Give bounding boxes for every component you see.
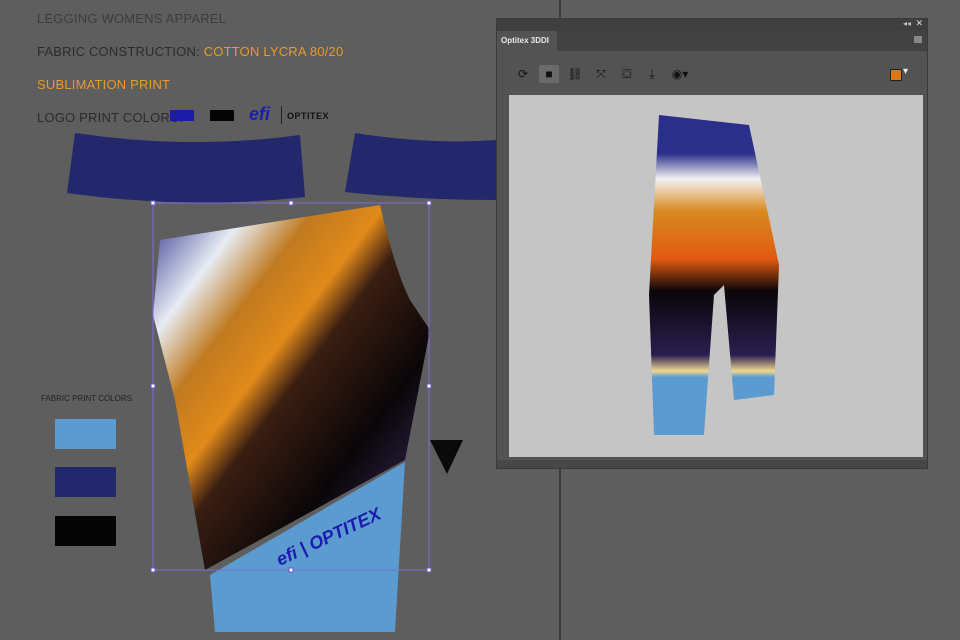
optitex-3d-panel: ◂◂ ✕ Optitex 3DDI ⟳ ■ ⛓ ⤧ ⛋ ⤓ ◉▾ ▾ (496, 18, 928, 469)
waistband-piece-right[interactable] (345, 133, 496, 200)
panel-tab-row: Optitex 3DDI (497, 31, 927, 51)
close-icon[interactable]: ✕ (915, 18, 923, 29)
fabric-swatch-light-blue (55, 419, 116, 449)
refresh-icon[interactable]: ⟳ (513, 65, 533, 83)
tab-optitex-3ddi[interactable]: Optitex 3DDI (497, 31, 557, 51)
waistband-piece-left[interactable] (67, 133, 305, 203)
paint-bucket-icon[interactable]: ⛋ (617, 65, 637, 83)
triangle-marker (430, 440, 463, 474)
fabric-swatch-black (55, 516, 116, 546)
fabric-swatch-navy (55, 467, 116, 497)
camera-icon[interactable]: ◉▾ (667, 65, 693, 83)
download-icon[interactable]: ⤓ (642, 65, 662, 83)
collapse-icon[interactable]: ◂◂ (903, 19, 911, 28)
3d-legging-model (649, 115, 779, 435)
folder-icon[interactable]: ■ (539, 65, 559, 83)
panel-menu-icon[interactable] (914, 36, 922, 43)
render-mode-icon[interactable] (890, 69, 902, 81)
fit-screen-icon[interactable]: ⤧ (591, 65, 611, 83)
link-icon[interactable]: ⛓ (565, 65, 585, 83)
panel-titlebar[interactable]: ◂◂ ✕ (497, 18, 927, 31)
render-mode-dropdown[interactable]: ▾ (903, 66, 908, 77)
legging-model (649, 115, 779, 435)
fabric-print-colors-label: FABRIC PRINT COLORS (41, 394, 132, 403)
panel-bottom-bar[interactable] (497, 460, 927, 468)
3d-viewport[interactable] (509, 95, 923, 457)
